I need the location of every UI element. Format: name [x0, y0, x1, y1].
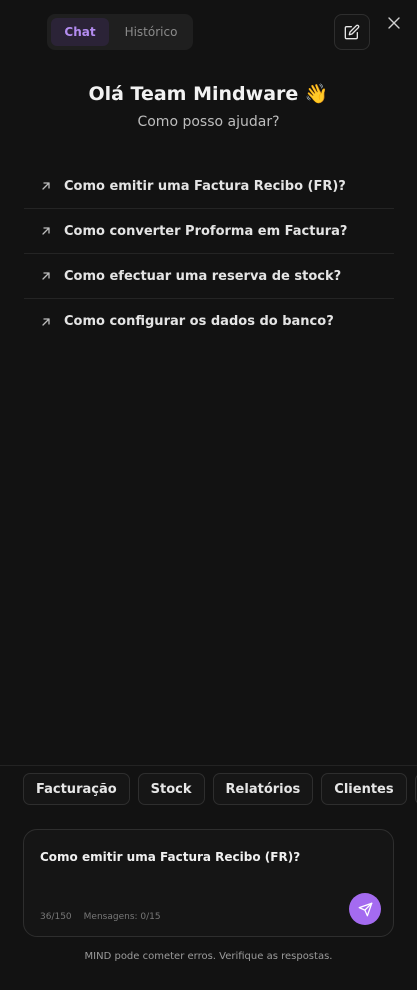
arrow-up-right-icon: [40, 225, 52, 237]
disclaimer-text: MIND pode cometer erros. Verifique as re…: [84, 951, 333, 962]
chip-stock[interactable]: Stock: [137, 773, 205, 805]
chip-clientes[interactable]: Clientes: [321, 773, 407, 805]
greeting-title: Olá Team Mindware 👋: [88, 83, 329, 105]
char-count: 36/150: [40, 912, 72, 922]
suggestion-item[interactable]: Como efectuar uma reserva de stock?: [24, 254, 394, 299]
send-icon: [358, 902, 373, 917]
divider: [0, 765, 417, 766]
chat-panel: Chat Histórico Olá Team Mindware 👋 Como …: [0, 0, 417, 990]
tab-history[interactable]: Histórico: [113, 18, 189, 46]
new-chat-button[interactable]: [334, 14, 370, 50]
edit-icon: [344, 24, 360, 40]
suggestion-item[interactable]: Como emitir uma Factura Recibo (FR)?: [24, 164, 394, 209]
suggestion-item[interactable]: Como configurar os dados do banco?: [24, 299, 394, 344]
messages-count: Mensagens: 0/15: [83, 912, 161, 922]
suggestion-label: Como converter Proforma em Factura?: [64, 223, 348, 239]
suggestion-list: Como emitir uma Factura Recibo (FR)? Com…: [24, 164, 394, 344]
close-icon: [388, 17, 400, 29]
suggestion-label: Como configurar os dados do banco?: [64, 314, 334, 329]
tab-switcher: Chat Histórico: [47, 14, 193, 50]
arrow-up-right-icon: [40, 270, 52, 282]
message-composer: Como emitir uma Factura Recibo (FR)? 36/…: [23, 829, 394, 937]
chip-facturacao[interactable]: Facturação: [23, 773, 130, 805]
message-input[interactable]: Como emitir uma Factura Recibo (FR)?: [40, 850, 340, 864]
arrow-up-right-icon: [40, 316, 52, 328]
category-chips: Facturação Stock Relatórios Clientes B: [23, 773, 417, 805]
arrow-up-right-icon: [40, 180, 52, 192]
suggestion-label: Como emitir uma Factura Recibo (FR)?: [64, 178, 346, 194]
greeting-subtitle: Como posso ajudar?: [137, 114, 280, 130]
chip-relatorios[interactable]: Relatórios: [212, 773, 314, 805]
tab-chat[interactable]: Chat: [51, 18, 109, 46]
composer-counters: 36/150 Mensagens: 0/15: [40, 912, 161, 922]
suggestion-label: Como efectuar uma reserva de stock?: [64, 268, 342, 284]
close-button[interactable]: [384, 13, 404, 33]
send-button[interactable]: [349, 893, 381, 925]
suggestion-item[interactable]: Como converter Proforma em Factura?: [24, 209, 394, 254]
